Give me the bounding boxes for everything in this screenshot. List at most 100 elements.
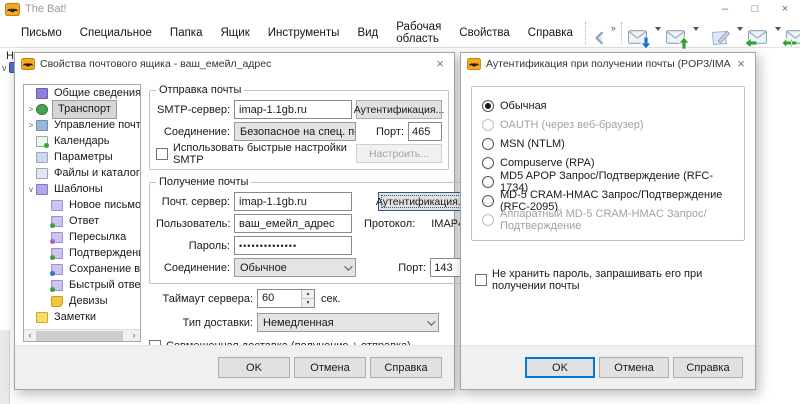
tree-horizontal-scrollbar[interactable]: ‹ › bbox=[24, 329, 140, 341]
tree-item-notes[interactable]: Заметки bbox=[24, 309, 140, 325]
stepper-down-icon[interactable]: ▼ bbox=[302, 299, 314, 307]
save-to-file-icon bbox=[51, 264, 63, 275]
cancel-button[interactable]: Отмена bbox=[294, 357, 366, 378]
server-timeout-value[interactable]: 60 bbox=[258, 290, 301, 307]
radio-icon[interactable] bbox=[482, 138, 494, 150]
send-mail-button[interactable] bbox=[663, 20, 690, 46]
options-icon bbox=[36, 152, 48, 163]
delivery-type-value: Немедленная bbox=[263, 317, 334, 329]
ok-button[interactable]: OK bbox=[525, 357, 595, 378]
cancel-button[interactable]: Отмена bbox=[599, 357, 669, 378]
smtp-connection-select[interactable]: Безопасное на спец. порт (TLS) bbox=[234, 122, 356, 141]
receive-connection-value: Обычное bbox=[240, 262, 287, 274]
compose-dropdown-icon[interactable] bbox=[737, 27, 743, 31]
auth-option-label: Аппаратный MD-5 CRAM-HMAC Запрос/Подтвер… bbox=[500, 208, 734, 232]
receive-authentication-button[interactable]: Аутентификация... bbox=[378, 192, 464, 211]
radio-icon[interactable] bbox=[482, 157, 494, 169]
server-timeout-stepper[interactable]: 60 ▲▼ bbox=[257, 289, 315, 308]
tree-item-calendar[interactable]: Календарь bbox=[24, 133, 140, 149]
radio-icon[interactable] bbox=[482, 176, 494, 188]
reply-button[interactable] bbox=[745, 20, 772, 46]
close-button[interactable]: × bbox=[770, 0, 800, 18]
auth-option-msn-ntlm[interactable]: MSN (NTLM) bbox=[482, 134, 734, 153]
reply-all-button[interactable] bbox=[783, 20, 800, 46]
arrow-up-icon bbox=[678, 38, 690, 48]
menu-mailbox[interactable]: Ящик bbox=[212, 27, 259, 39]
send-mail-dropdown-icon[interactable] bbox=[693, 27, 699, 31]
menu-tools[interactable]: Инструменты bbox=[259, 27, 349, 39]
menu-view[interactable]: Вид bbox=[348, 27, 387, 39]
quick-smtp-checkbox[interactable] bbox=[156, 148, 168, 160]
password-label: Пароль: bbox=[156, 240, 230, 252]
tree-item-options[interactable]: Параметры bbox=[24, 149, 140, 165]
no-store-password-row[interactable]: Не хранить пароль, запрашивать его при п… bbox=[475, 268, 745, 292]
toolbar-grip bbox=[621, 22, 622, 44]
tree-item-forwarding[interactable]: Пересылка bbox=[24, 229, 140, 245]
tree-item-label: Календарь bbox=[52, 135, 112, 147]
smtp-port-input[interactable]: 465 bbox=[408, 122, 442, 141]
back-button[interactable] bbox=[589, 20, 610, 46]
no-store-password-checkbox[interactable] bbox=[475, 274, 487, 286]
reply-dropdown-icon[interactable] bbox=[775, 27, 781, 31]
radio-icon[interactable] bbox=[482, 195, 494, 207]
help-button[interactable]: Справка bbox=[673, 357, 743, 378]
scroll-left-icon[interactable]: ‹ bbox=[24, 330, 36, 341]
scrollbar-thumb[interactable] bbox=[36, 331, 123, 341]
maximize-button[interactable]: □ bbox=[740, 0, 770, 18]
menu-help[interactable]: Справка bbox=[519, 27, 582, 39]
dialog-titlebar[interactable]: Аутентификация при получении почты (POP3… bbox=[461, 53, 755, 74]
menu-workspace[interactable]: Рабочая область bbox=[387, 21, 450, 45]
menu-folder[interactable]: Папка bbox=[161, 27, 212, 39]
dialog-titlebar[interactable]: Свойства почтового ящика - ваш_емейл_адр… bbox=[15, 53, 454, 74]
expander-icon[interactable]: v bbox=[26, 185, 36, 194]
stepper-up-icon[interactable]: ▲ bbox=[302, 290, 314, 299]
radio-selected-icon[interactable] bbox=[482, 100, 494, 112]
auth-option-regular[interactable]: Обычная bbox=[482, 96, 734, 115]
tree-item-new-message[interactable]: Новое письмо bbox=[24, 197, 140, 213]
configure-smtp-button: Настроить... bbox=[356, 144, 442, 163]
toolbar-overflow-icon[interactable]: » bbox=[611, 23, 616, 33]
quick-smtp-checkbox-label: Использовать быстрые настройки SMTP bbox=[173, 142, 356, 166]
radio-icon bbox=[482, 214, 494, 226]
tree-item-mottos[interactable]: Девизы bbox=[24, 293, 140, 309]
compose-button[interactable] bbox=[709, 20, 734, 46]
help-button[interactable]: Справка bbox=[370, 357, 442, 378]
chevron-down-icon bbox=[344, 262, 352, 270]
expander-icon[interactable]: > bbox=[26, 105, 36, 114]
minimize-button[interactable]: – bbox=[710, 0, 740, 18]
ok-button[interactable]: OK bbox=[218, 357, 290, 378]
receive-mail-button[interactable] bbox=[625, 20, 652, 46]
menu-letter[interactable]: Письмо bbox=[12, 27, 71, 39]
tree-item-save-to-file[interactable]: Сохранение в файл bbox=[24, 261, 140, 277]
smtp-authentication-button[interactable]: Аутентификация... bbox=[356, 100, 442, 119]
receive-port-label: Порт: bbox=[398, 262, 426, 274]
tree-item-read-confirmation[interactable]: Подтверждение прочте bbox=[24, 245, 140, 261]
quick-reply-icon bbox=[51, 280, 63, 291]
tree-item-transport[interactable]: > Транспорт bbox=[24, 101, 140, 117]
receive-connection-select[interactable]: Обычное bbox=[234, 258, 356, 277]
receive-mail-dropdown-icon[interactable] bbox=[655, 27, 661, 31]
scroll-right-icon[interactable]: › bbox=[128, 330, 140, 341]
tree-item-label: Шаблоны bbox=[52, 183, 105, 195]
compose-icon bbox=[712, 29, 731, 46]
menu-special[interactable]: Специальное bbox=[71, 27, 161, 39]
password-input[interactable]: •••••••••••••• bbox=[234, 236, 352, 255]
mail-server-input[interactable]: imap-1.1gb.ru bbox=[234, 192, 352, 211]
tree-item-mail-management[interactable]: >Управление почтой bbox=[24, 117, 140, 133]
auth-method-group: Обычная OAUTH (через веб-браузер) MSN (N… bbox=[471, 86, 745, 241]
user-input[interactable]: ваш_емейл_адрес bbox=[234, 214, 352, 233]
tree-item-label: Транспорт bbox=[52, 100, 117, 119]
read-confirmation-icon bbox=[51, 248, 63, 259]
smtp-connection-label: Соединение: bbox=[156, 126, 230, 138]
tree-item-files[interactable]: Файлы и каталоги bbox=[24, 165, 140, 181]
close-icon[interactable]: × bbox=[430, 56, 450, 71]
smtp-server-input[interactable]: imap-1.1gb.ru bbox=[234, 100, 352, 119]
delivery-type-select[interactable]: Немедленная bbox=[257, 313, 439, 332]
tree-item-templates[interactable]: v Шаблоны bbox=[24, 181, 140, 197]
close-icon[interactable]: × bbox=[731, 56, 751, 71]
tree-item-quick-reply[interactable]: Быстрый ответ bbox=[24, 277, 140, 293]
chevron-down-icon[interactable]: v bbox=[2, 63, 7, 73]
tree-item-reply[interactable]: Ответ bbox=[24, 213, 140, 229]
expander-icon[interactable]: > bbox=[26, 121, 36, 130]
menu-properties[interactable]: Свойства bbox=[450, 27, 519, 39]
